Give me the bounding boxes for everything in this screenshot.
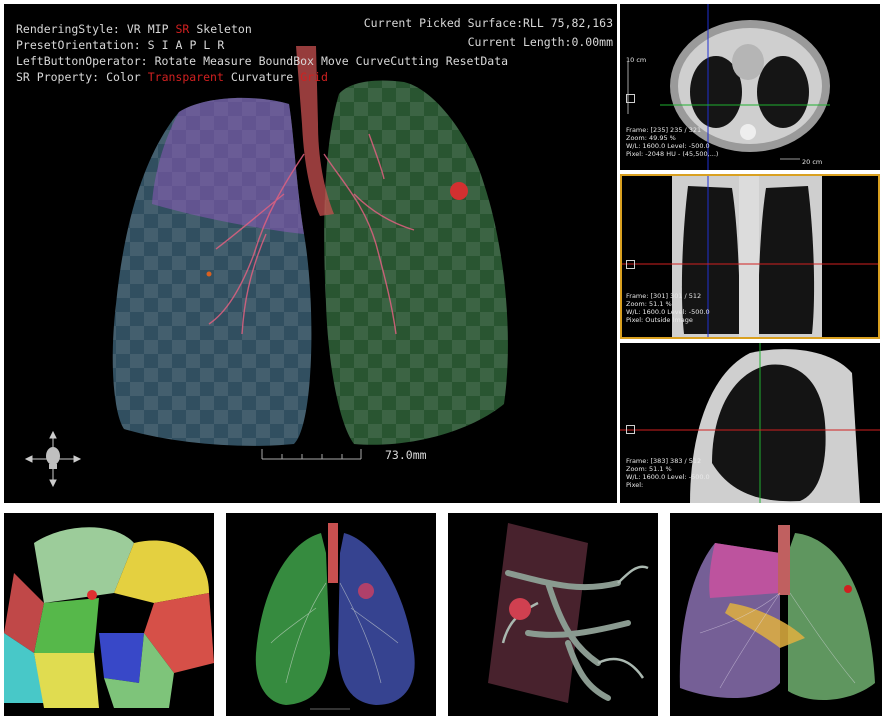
current-length-readout: Current Length:0.00mm [467,35,613,49]
sagittal-pixel: Pixel: [626,481,644,489]
option-vr[interactable]: VR [127,22,141,36]
op-boundbox[interactable]: BoundBox [259,54,314,68]
coronal-pixel: Pixel: Outside Image [626,316,693,324]
rendering-style-label: RenderingStyle: [16,22,120,36]
prop-grid[interactable]: Grid [300,70,328,84]
coronal-window-level: W/L: 1600.0 Level: -500.0 [626,308,710,316]
sagittal-checkbox[interactable] [626,425,635,434]
left-button-operator-label: LeftButtonOperator: [16,54,148,68]
orient-r[interactable]: R [217,38,224,52]
axial-checkbox[interactable] [626,94,635,103]
preset-orientation-row: PresetOrientation: S I A P L R [16,37,224,53]
op-curvecutting[interactable]: CurveCutting [356,54,439,68]
sagittal-zoom: Zoom: 51.1 % [626,465,672,473]
3d-viewer[interactable]: RenderingStyle: VR MIP SR Skeleton PresetOri… [4,4,617,503]
prop-color[interactable]: Color [106,70,141,84]
coronal-slice-view[interactable]: Frame: [301] 301 / 512 Zoom: 51.1 % W/L:… [620,174,880,339]
axial-frame: Frame: [235] 235 / 321 [626,126,702,134]
op-move[interactable]: Move [321,54,349,68]
lobe-segmentation-image [4,527,214,708]
scale-bar [261,449,362,460]
thumbnail-lungs-multicolor[interactable] [670,513,882,716]
rendering-style-row: RenderingStyle: VR MIP SR Skeleton [16,21,252,37]
preset-orientation-label: PresetOrientation: [16,38,141,52]
orient-a[interactable]: A [176,38,183,52]
thumbnail-vessel-tree-closeup[interactable] [448,513,658,716]
orient-p[interactable]: P [189,38,196,52]
orient-l[interactable]: L [203,38,210,52]
coronal-info: Frame: [301] 301 / 512 Zoom: 51.1 % W/L:… [626,292,710,324]
sagittal-slice-view[interactable]: Frame: [383] 383 / 512 Zoom: 51.1 % W/L:… [620,343,880,503]
option-sr[interactable]: SR [176,22,190,36]
orientation-widget [24,430,82,488]
sagittal-info: Frame: [383] 383 / 512 Zoom: 51.1 % W/L:… [626,457,710,489]
axial-scale-label: 10 cm [626,56,647,64]
axial-pixel: Pixel: -2048 HU - (45,500,...) [626,150,719,158]
option-skeleton[interactable]: Skeleton [196,22,251,36]
left-button-operator-row: LeftButtonOperator: Rotate Measure BoundBox… [16,53,508,69]
sagittal-window-level: W/L: 1600.0 Level: -500.0 [626,473,710,481]
op-resetdata[interactable]: ResetData [446,54,508,68]
axial-bottom-scale-label: 20 cm [802,158,823,166]
sr-property-row: SR Property: Color Transparent Curvature Gri… [16,69,328,85]
op-measure[interactable]: Measure [203,54,251,68]
coronal-checkbox[interactable] [626,260,635,269]
picked-surface-readout: Current Picked Surface:RLL 75,82,163 [363,16,613,30]
scale-label: 73.0mm [385,448,427,462]
axial-window-level: W/L: 1600.0 Level: -500.0 [626,142,710,150]
option-mip[interactable]: MIP [148,22,169,36]
lungs-multicolor-image [679,525,875,701]
orient-s[interactable]: S [148,38,155,52]
lungs-green-blue-image [255,523,415,710]
axial-slice-view[interactable]: 10 cm Frame: [235] 235 / 321 Zoom: 49.95… [620,4,880,170]
op-rotate[interactable]: Rotate [155,54,197,68]
vessel-tree-closeup-image [488,523,649,703]
prop-curvature[interactable]: Curvature [231,70,293,84]
thumbnail-lobe-segmentation[interactable] [4,513,214,716]
orient-i[interactable]: I [162,38,169,52]
sagittal-frame: Frame: [383] 383 / 512 [626,457,702,465]
axial-info: Frame: [235] 235 / 321 Zoom: 49.95 % W/L… [626,126,718,158]
thumbnail-lungs-green-blue[interactable] [226,513,436,716]
prop-transparent[interactable]: Transparent [148,70,224,84]
coronal-zoom: Zoom: 51.1 % [626,300,672,308]
coronal-frame: Frame: [301] 301 / 512 [626,292,702,300]
sr-property-label: SR Property: [16,70,100,84]
axial-zoom: Zoom: 49.95 % [626,134,676,142]
